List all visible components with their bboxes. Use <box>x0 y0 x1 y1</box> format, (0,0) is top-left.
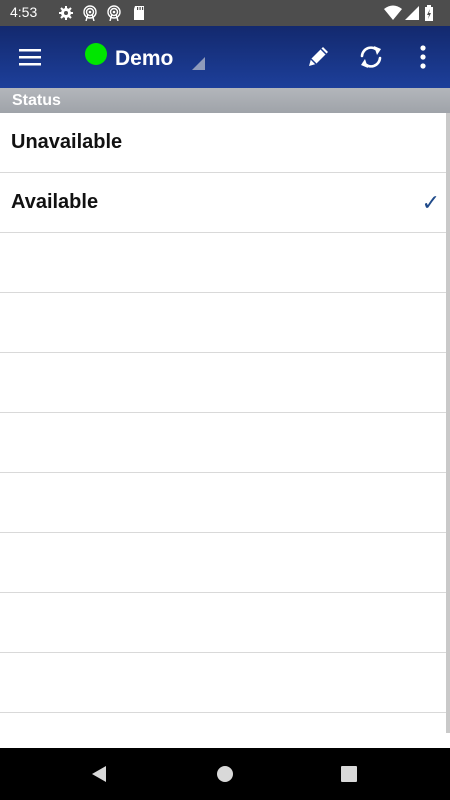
list-item <box>0 533 446 593</box>
home-icon[interactable] <box>216 765 234 783</box>
section-header: Status <box>0 88 450 113</box>
list-item <box>0 233 446 293</box>
menu-icon[interactable] <box>18 47 42 67</box>
presence-status-dot[interactable] <box>85 43 107 65</box>
settings-icon <box>59 6 73 20</box>
toolbar-title[interactable]: Demo <box>115 47 173 71</box>
cell-signal-icon <box>405 6 419 20</box>
pencil-icon[interactable] <box>304 43 332 71</box>
list-item <box>0 413 446 473</box>
sync-icon[interactable] <box>357 43 385 71</box>
hotspot-icon <box>107 5 121 21</box>
list-item[interactable]: Available ✓ <box>0 173 446 233</box>
list-item <box>0 473 446 533</box>
status-list: Unavailable Available ✓ <box>0 113 446 747</box>
list-item-label: Unavailable <box>11 131 123 153</box>
app-toolbar <box>0 26 450 88</box>
check-icon: ✓ <box>421 190 440 215</box>
system-status-bar: 4:53 <box>0 0 450 26</box>
overflow-menu-icon[interactable] <box>416 44 430 70</box>
clock-time: 4:53 <box>10 4 38 20</box>
section-header-label: Status <box>12 92 61 109</box>
list-item-label: Available <box>11 191 99 213</box>
list-item <box>0 713 446 747</box>
list-item <box>0 593 446 653</box>
hotspot-icon <box>83 5 97 21</box>
dropdown-triangle-icon[interactable] <box>192 57 205 70</box>
recents-icon[interactable] <box>341 766 357 782</box>
scrollbar[interactable] <box>446 113 450 733</box>
wifi-icon <box>384 5 402 20</box>
list-item <box>0 353 446 413</box>
list-item <box>0 653 446 713</box>
system-navigation-bar <box>0 748 450 800</box>
sd-card-icon <box>134 6 144 20</box>
list-item <box>0 293 446 353</box>
back-icon[interactable] <box>90 765 108 783</box>
list-item[interactable]: Unavailable <box>0 113 446 173</box>
battery-charging-icon <box>425 5 433 21</box>
